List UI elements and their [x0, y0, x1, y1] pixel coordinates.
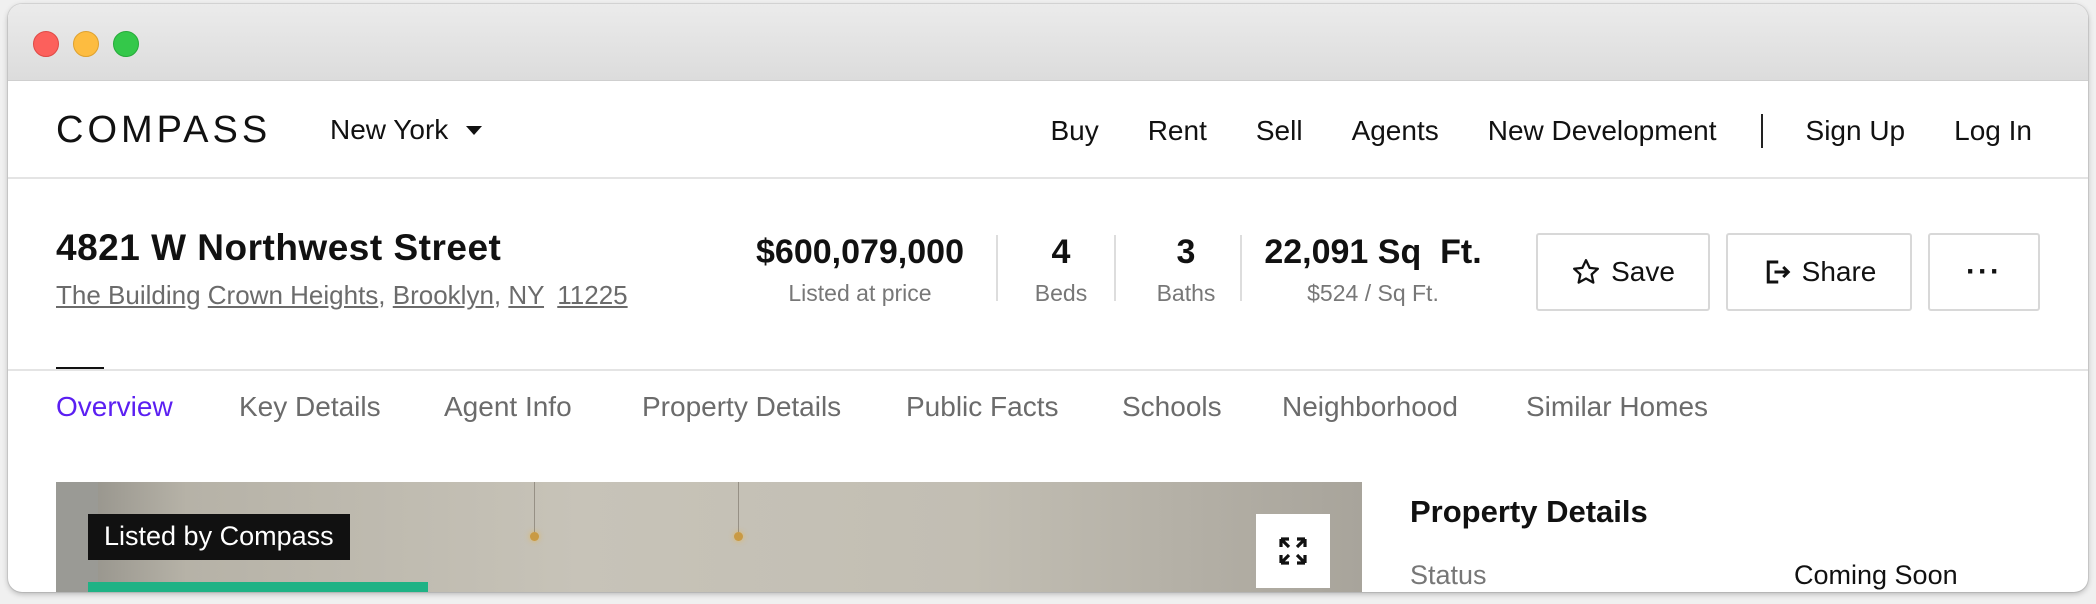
section-indicator — [56, 367, 104, 369]
save-button[interactable]: Save — [1536, 233, 1710, 311]
listed-by-badge: Listed by Compass — [88, 514, 350, 560]
sqft-stat: 22,091 Sq Ft. $524 / Sq Ft. — [1258, 233, 1488, 307]
chevron-down-icon — [466, 125, 483, 135]
beds-label: Beds — [1034, 280, 1088, 306]
pendant-light — [734, 482, 743, 541]
tab-overview[interactable]: Overview — [56, 391, 173, 423]
price-stat: $600,079,000 Listed at price — [740, 233, 980, 307]
close-window-button[interactable] — [33, 31, 59, 57]
star-icon — [1573, 259, 1600, 284]
log-in-link[interactable]: Log In — [1954, 115, 2032, 147]
status-label: Status — [1410, 560, 1487, 590]
nav-divider — [1760, 114, 1763, 148]
nav-agents[interactable]: Agents — [1352, 115, 1439, 147]
status-banner — [88, 582, 428, 592]
stat-divider — [1240, 235, 1242, 301]
pendant-light — [530, 482, 539, 541]
browser-window: COMPASS New York Buy Rent Sell Agents Ne… — [8, 4, 2088, 592]
building-link[interactable]: The Building — [56, 280, 201, 310]
share-button[interactable]: Share — [1726, 233, 1912, 311]
expand-photo-button[interactable] — [1256, 514, 1330, 588]
minimize-window-button[interactable] — [73, 31, 99, 57]
nav-links: Buy Rent Sell Agents New Development Sig… — [1001, 114, 2032, 148]
listing-address: 4821 W Northwest Street — [56, 227, 502, 268]
beds-stat: 4 Beds — [1016, 233, 1106, 307]
tab-schools[interactable]: Schools — [1122, 391, 1222, 423]
stat-divider — [996, 235, 998, 301]
borough-link[interactable]: Brooklyn — [393, 280, 494, 310]
compass-logo[interactable]: COMPASS — [56, 109, 271, 152]
city-selector[interactable]: New York — [330, 114, 483, 146]
listing-location: The Building Crown Heights, Brooklyn, NY… — [56, 280, 628, 310]
save-label: Save — [1611, 256, 1675, 287]
stat-divider — [1114, 235, 1116, 301]
tab-similar-homes[interactable]: Similar Homes — [1526, 391, 1708, 423]
top-navigation: COMPASS New York Buy Rent Sell Agents Ne… — [8, 81, 2088, 179]
nav-sell[interactable]: Sell — [1256, 115, 1303, 147]
beds-value: 4 — [1051, 233, 1071, 271]
state-link[interactable]: NY — [508, 280, 544, 310]
price-label: Listed at price — [788, 280, 932, 306]
sqft-value: 22,091 Sq Ft. — [1264, 233, 1482, 271]
nav-rent[interactable]: Rent — [1148, 115, 1207, 147]
price-value: $600,079,000 — [756, 233, 964, 271]
listing-header: 4821 W Northwest Street The Building Cro… — [8, 177, 2088, 371]
nav-buy[interactable]: Buy — [1050, 115, 1098, 147]
title-bar — [8, 4, 2088, 81]
zip-link[interactable]: 11225 — [557, 280, 627, 310]
city-label: New York — [330, 114, 449, 145]
tab-agent-info[interactable]: Agent Info — [444, 391, 572, 423]
tab-neighborhood[interactable]: Neighborhood — [1282, 391, 1458, 423]
tab-key-details[interactable]: Key Details — [239, 391, 381, 423]
tab-property-details[interactable]: Property Details — [642, 391, 841, 423]
baths-label: Baths — [1156, 280, 1216, 306]
tab-public-facts[interactable]: Public Facts — [906, 391, 1059, 423]
status-value: Coming Soon — [1794, 560, 1958, 590]
nav-new-development[interactable]: New Development — [1488, 115, 1717, 147]
sign-up-link[interactable]: Sign Up — [1806, 115, 1906, 147]
property-details-heading: Property Details — [1410, 494, 1648, 529]
listing-photo[interactable]: Listed by Compass — [56, 482, 1362, 592]
expand-icon — [1279, 537, 1307, 565]
baths-stat: 3 Baths — [1138, 233, 1234, 307]
baths-value: 3 — [1176, 233, 1196, 271]
share-icon — [1766, 260, 1791, 284]
more-options-button[interactable]: ··· — [1928, 233, 2040, 311]
price-per-sqft: $524 / Sq Ft. — [1307, 280, 1439, 306]
share-label: Share — [1801, 256, 1877, 287]
maximize-window-button[interactable] — [113, 31, 139, 57]
section-tabs: Overview Key Details Agent Info Property… — [8, 371, 2088, 431]
neighborhood-link[interactable]: Crown Heights — [208, 280, 379, 310]
